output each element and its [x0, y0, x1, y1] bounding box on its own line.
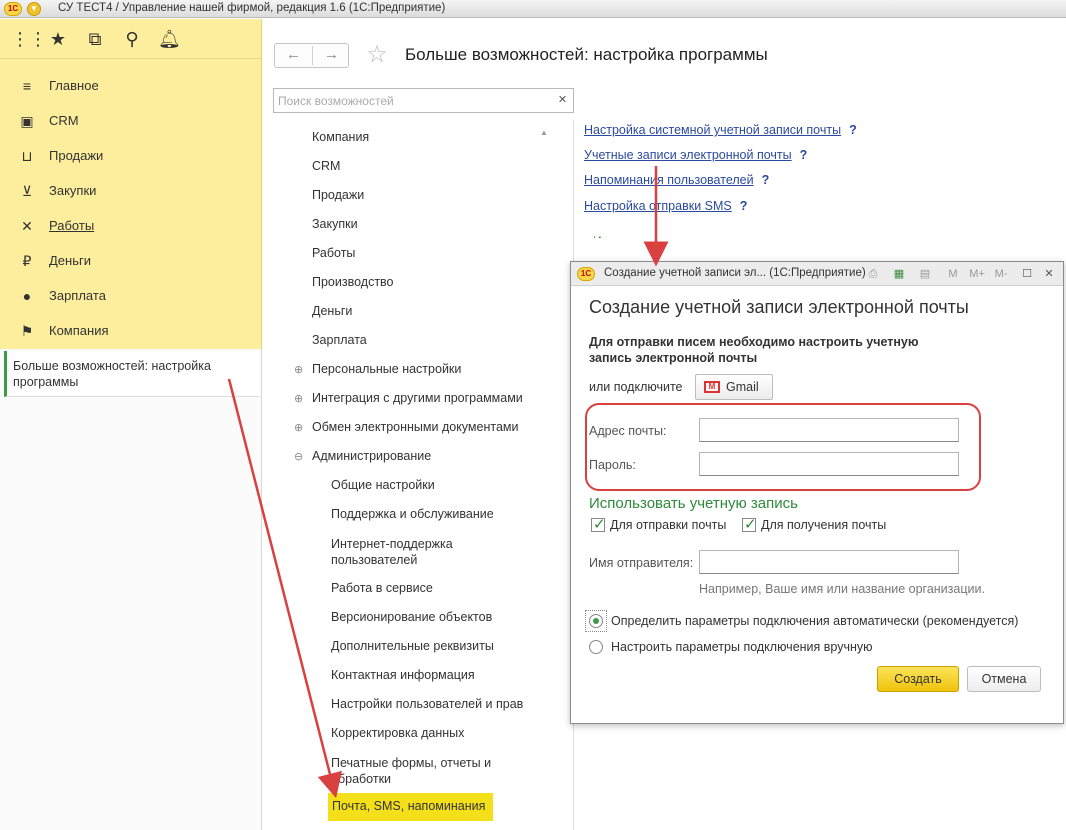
annotation-arrows [227, 166, 669, 799]
app-window: 1С ▼ СУ ТЕСТ4 / Управление нашей фирмой,… [0, 0, 1066, 830]
arrow-to-mail-item [227, 378, 343, 799]
